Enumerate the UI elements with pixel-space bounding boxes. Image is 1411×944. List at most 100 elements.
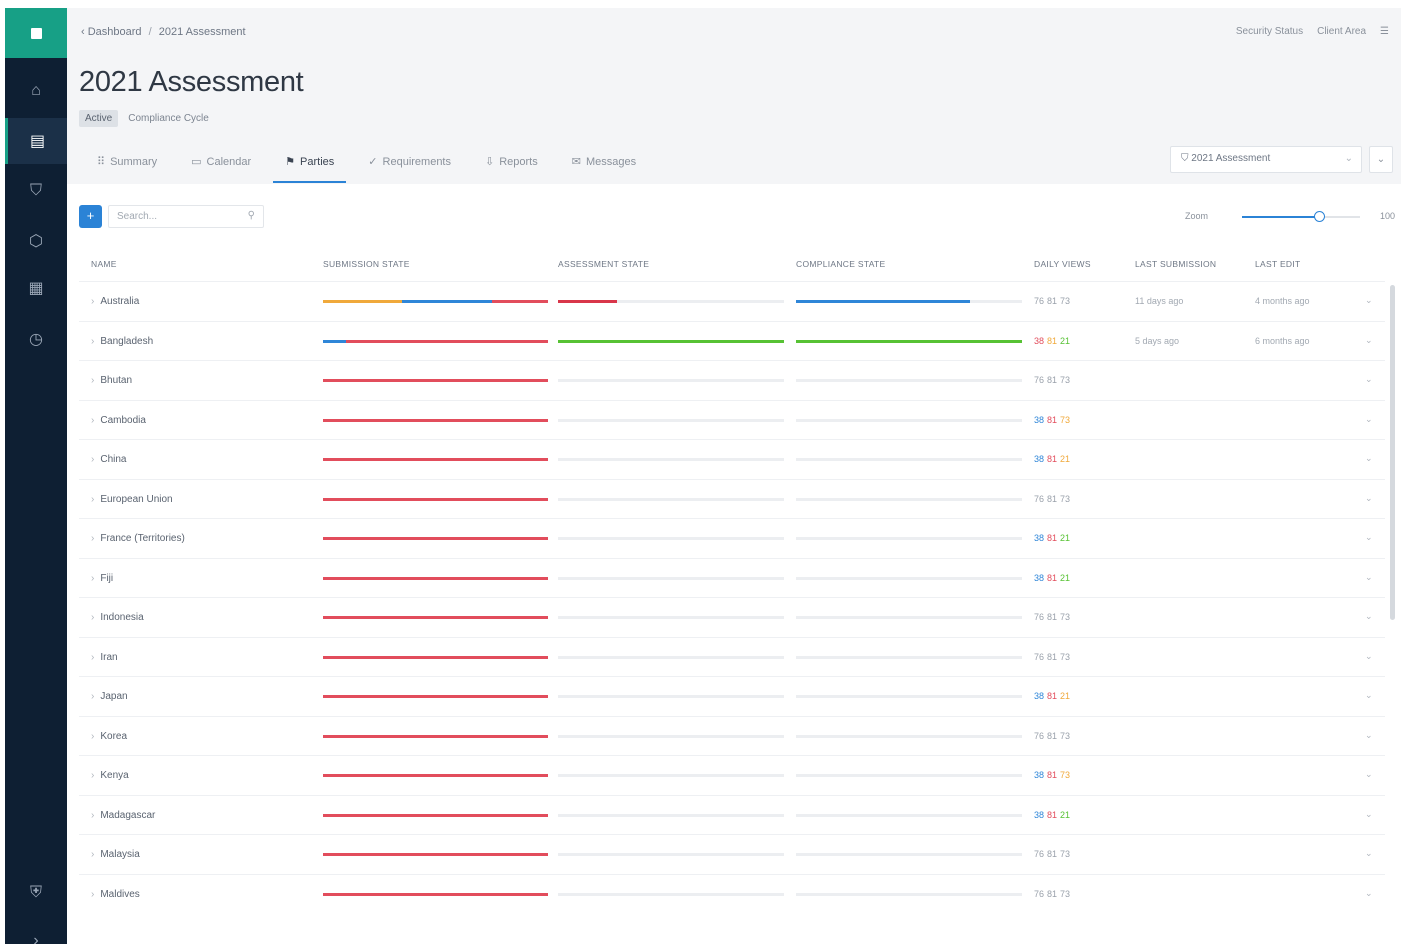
row-expand-icon[interactable]: ⌄ [1365, 651, 1373, 662]
sidebar-item-dashboard[interactable]: ▤ [5, 118, 67, 164]
row-expand-icon[interactable]: ⌄ [1365, 532, 1373, 543]
cube-icon: ⬡ [29, 233, 43, 250]
compliance-state-bar [796, 418, 1022, 422]
zoom-slider[interactable] [1242, 211, 1360, 222]
table-row[interactable]: › Iran 76 81 73 ⌄ [79, 636, 1385, 677]
sidebar-item-shield-check[interactable]: ⛨ [5, 870, 67, 916]
logo[interactable] [5, 8, 67, 58]
tab-calendar[interactable]: ▭ Calendar [179, 146, 263, 183]
chevron-right-icon[interactable]: › [91, 731, 94, 742]
column-header-submission-state[interactable]: SUBMISSION STATE [323, 259, 410, 269]
chevron-right-icon[interactable]: › [91, 810, 94, 821]
table-row[interactable]: › China 38 81 21 ⌄ [79, 439, 1385, 479]
table-row[interactable]: › Fiji 38 81 21 ⌄ [79, 557, 1385, 598]
row-expand-icon[interactable]: ⌄ [1365, 848, 1373, 859]
column-header-assessment-state[interactable]: ASSESSMENT STATE [558, 259, 649, 269]
party-name-cell: › Fiji [91, 573, 113, 584]
chevron-right-icon[interactable]: › [91, 494, 94, 505]
table-scrollbar[interactable] [1390, 285, 1395, 620]
row-expand-icon[interactable]: ⌄ [1365, 809, 1373, 820]
assessment-select[interactable]: ⛉ 2021 Assessment ⌄ [1170, 146, 1362, 173]
chevron-right-icon[interactable]: › [91, 573, 94, 584]
daily-views-value: 73 [1060, 770, 1071, 780]
zoom-slider-handle[interactable] [1313, 211, 1325, 222]
row-expand-icon[interactable]: ⌄ [1365, 572, 1373, 583]
chevron-right-icon[interactable]: › [91, 454, 94, 465]
column-header-daily-views[interactable]: DAILY VIEWS [1034, 259, 1091, 269]
bar-segment [323, 774, 548, 777]
table-row[interactable]: › Japan 38 81 21 ⌄ [79, 676, 1385, 716]
page-title: 2021 Assessment [79, 66, 304, 98]
daily-views-value: 38 [1034, 335, 1045, 346]
tab-reports[interactable]: ⇩ Reports [473, 146, 550, 183]
sidebar-item-shield[interactable]: ⛉ [5, 168, 67, 214]
compliance-state-bar [796, 339, 1022, 343]
breadcrumb-item-dashboard[interactable]: Dashboard [88, 26, 142, 38]
breadcrumb-back-icon[interactable]: ‹ [81, 26, 85, 38]
row-expand-icon[interactable]: ⌄ [1365, 888, 1373, 899]
chevron-right-icon[interactable]: › [91, 336, 94, 347]
zoom-slider-fill [1242, 216, 1319, 218]
column-header-last-submission[interactable]: LAST SUBMISSION [1135, 259, 1216, 269]
chevron-right-icon[interactable]: › [91, 612, 94, 623]
sidebar-item-clock[interactable]: ◷ [5, 316, 67, 362]
shield-icon: ⛉ [29, 182, 42, 199]
security-status-link[interactable]: Security Status [1236, 26, 1303, 37]
column-header-compliance-state[interactable]: COMPLIANCE STATE [796, 259, 886, 269]
table-row[interactable]: › Cambodia 38 81 73 ⌄ [79, 399, 1385, 440]
table-row[interactable]: › Malaysia 76 81 73 ⌄ [79, 834, 1385, 874]
row-expand-icon[interactable]: ⌄ [1365, 295, 1373, 306]
table-row[interactable]: › Maldives 76 81 73 ⌄ [79, 873, 1385, 914]
daily-views-value: 81 [1047, 730, 1058, 741]
bar-segment [323, 339, 346, 343]
row-expand-icon[interactable]: ⌄ [1365, 414, 1373, 425]
submission-state-bar [323, 339, 548, 343]
table-row[interactable]: › Bhutan 76 81 73 ⌄ [79, 360, 1385, 400]
chevron-right-icon[interactable]: › [91, 415, 94, 426]
last-edit-cell: 4 months ago [1255, 296, 1310, 306]
row-expand-icon[interactable]: ⌄ [1365, 453, 1373, 464]
table-row[interactable]: › Australia 76 81 73 11 days ago 4 months ago ⌄ [79, 281, 1385, 321]
chevron-right-icon[interactable]: › [91, 375, 94, 386]
row-expand-icon[interactable]: ⌄ [1365, 335, 1373, 346]
row-expand-icon[interactable]: ⌄ [1365, 769, 1373, 780]
sidebar-item-building[interactable]: ▦ [5, 265, 67, 311]
tab-requirements[interactable]: ✓ Requirements [356, 146, 463, 183]
sidebar-item-chevron-right[interactable]: › [5, 918, 67, 944]
column-header-last-edit[interactable]: LAST EDIT [1255, 259, 1301, 269]
chevron-right-icon[interactable]: › [91, 652, 94, 663]
sidebar-item-cube[interactable]: ⬡ [5, 218, 67, 264]
chevron-right-icon[interactable]: › [91, 296, 94, 307]
tab-parties[interactable]: ⚑ Parties [273, 146, 347, 183]
table-row[interactable]: › France (Territories) 38 81 21 ⌄ [79, 518, 1385, 558]
assessment-options-button[interactable]: ⌄ [1369, 146, 1393, 173]
chevron-right-icon[interactable]: › [91, 770, 94, 781]
add-party-button[interactable]: + [79, 205, 102, 228]
row-expand-icon[interactable]: ⌄ [1365, 730, 1373, 741]
chevron-right-icon[interactable]: › [91, 691, 94, 702]
row-expand-icon[interactable]: ⌄ [1365, 690, 1373, 701]
menu-icon[interactable]: ☰ [1380, 26, 1389, 37]
table-row[interactable]: › Korea 76 81 73 ⌄ [79, 715, 1385, 756]
row-expand-icon[interactable]: ⌄ [1365, 493, 1373, 504]
search-input[interactable]: Search... ⚲ [108, 205, 264, 228]
table-row[interactable]: › Kenya 38 81 73 ⌄ [79, 755, 1385, 795]
compliance-state-bar [796, 497, 1022, 501]
row-expand-icon[interactable]: ⌄ [1365, 611, 1373, 622]
table-row[interactable]: › European Union 76 81 73 ⌄ [79, 478, 1385, 519]
building-icon: ▦ [28, 280, 44, 297]
table-row[interactable]: › Indonesia 76 81 73 ⌄ [79, 597, 1385, 637]
table-row[interactable]: › Bangladesh 38 81 21 5 days ago 6 months ago ⌄ [79, 320, 1385, 361]
chevron-right-icon[interactable]: › [91, 533, 94, 544]
tab-summary[interactable]: ⠿ Summary [85, 146, 169, 183]
column-header-name[interactable]: NAME [91, 259, 117, 269]
tab-messages[interactable]: ✉ Messages [560, 146, 648, 183]
sidebar-item-home[interactable]: ⌂ [5, 68, 67, 114]
assessment-state-bar [558, 892, 784, 896]
row-expand-icon[interactable]: ⌄ [1365, 374, 1373, 385]
tab-icon: ▭ [191, 156, 202, 168]
client-area-link[interactable]: Client Area [1317, 26, 1366, 37]
chevron-right-icon[interactable]: › [91, 849, 94, 860]
chevron-right-icon[interactable]: › [91, 889, 94, 900]
table-row[interactable]: › Madagascar 38 81 21 ⌄ [79, 794, 1385, 835]
